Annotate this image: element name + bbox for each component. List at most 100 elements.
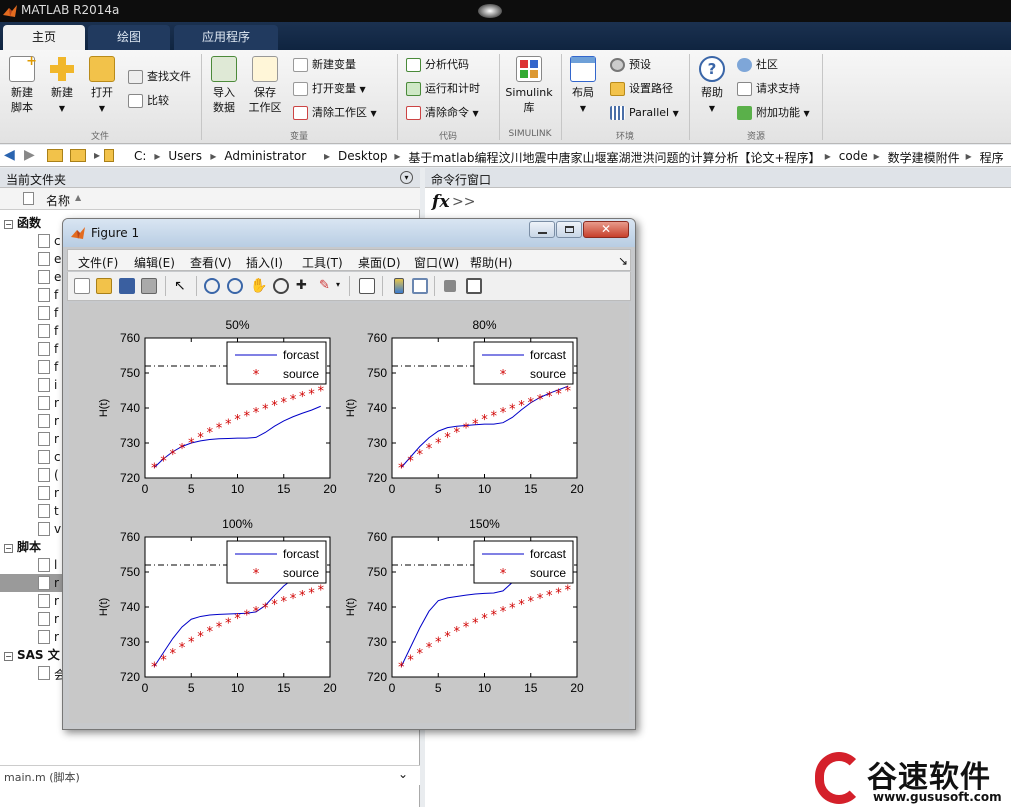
file-list-item[interactable]: f bbox=[0, 340, 64, 358]
file-list-item[interactable]: f bbox=[0, 286, 64, 304]
clear-workspace-button[interactable]: 清除工作区 ▼ bbox=[293, 104, 377, 122]
up-folder-icon[interactable] bbox=[47, 149, 63, 162]
new-variable-button[interactable]: 新建变量 bbox=[293, 56, 356, 74]
zoom-out-icon[interactable] bbox=[227, 278, 243, 294]
breadcrumb-item[interactable]: C: bbox=[134, 149, 146, 163]
tree-section-header[interactable]: − 脚本 bbox=[4, 538, 41, 555]
community-button[interactable]: 社区 bbox=[737, 56, 778, 74]
breadcrumb-separator-icon[interactable]: ▸ bbox=[874, 149, 880, 163]
file-list-item[interactable]: f bbox=[0, 304, 64, 322]
breadcrumb-separator-icon[interactable]: ▸ bbox=[210, 149, 216, 163]
rotate-3d-icon[interactable] bbox=[273, 278, 289, 294]
column-header-name[interactable]: 名称 bbox=[46, 192, 70, 209]
legend-icon[interactable] bbox=[412, 278, 428, 294]
file-list-item[interactable]: r bbox=[0, 412, 64, 430]
details-bar[interactable]: main.m (脚本) ⌄ bbox=[0, 765, 420, 785]
tab-apps[interactable]: 应用程序 bbox=[174, 25, 278, 50]
figure-menu-item[interactable]: 插入(I) bbox=[246, 254, 283, 271]
figure-title-bar[interactable]: Figure 1 ✕ bbox=[63, 219, 635, 247]
forward-arrow-icon[interactable]: ▶ bbox=[24, 147, 35, 163]
show-tools-icon[interactable] bbox=[466, 278, 482, 294]
tab-plots[interactable]: 绘图 bbox=[88, 25, 170, 50]
analyze-code-button[interactable]: 分析代码 bbox=[406, 56, 469, 74]
fx-icon[interactable]: fx bbox=[432, 192, 449, 212]
breadcrumb-separator-icon[interactable]: ▸ bbox=[825, 149, 831, 163]
figure-menu-item[interactable]: 文件(F) bbox=[78, 254, 118, 271]
figure-menu-item[interactable]: 工具(T) bbox=[302, 254, 343, 271]
minimize-button[interactable] bbox=[529, 221, 555, 238]
file-list-item[interactable]: r bbox=[0, 430, 64, 448]
file-list-item[interactable]: ( bbox=[0, 466, 64, 484]
hide-tools-icon[interactable] bbox=[444, 280, 456, 292]
panel-menu-icon[interactable]: ▾ bbox=[400, 171, 413, 184]
file-list-item[interactable]: v bbox=[0, 520, 64, 538]
breadcrumb-item[interactable]: 程序 bbox=[980, 149, 1004, 166]
print-icon[interactable] bbox=[141, 278, 157, 294]
compare-button[interactable]: 比较 bbox=[128, 92, 169, 110]
breadcrumb-separator-icon[interactable]: ▸ bbox=[324, 149, 330, 163]
file-list-item[interactable]: l bbox=[0, 556, 64, 574]
save-icon[interactable] bbox=[119, 278, 135, 294]
file-list-item[interactable]: e bbox=[0, 268, 64, 286]
find-files-button[interactable]: 查找文件 bbox=[128, 68, 191, 86]
link-plot-icon[interactable] bbox=[359, 278, 375, 294]
parallel-button[interactable]: Parallel ▼ bbox=[610, 104, 679, 122]
breadcrumb-separator-icon[interactable]: ▸ bbox=[394, 149, 400, 163]
back-arrow-icon[interactable]: ◀ bbox=[4, 147, 15, 163]
addons-button[interactable]: 附加功能 ▼ bbox=[737, 104, 810, 122]
collapse-icon[interactable]: − bbox=[4, 652, 13, 661]
file-list-item[interactable]: c bbox=[0, 232, 64, 250]
figure-menu-item[interactable]: 桌面(D) bbox=[358, 254, 401, 271]
figure-window[interactable]: Figure 1 ✕ 文件(F) 编辑(E) 查看(V) 插入(I) 工具(T) 桌面(D… bbox=[62, 218, 636, 730]
import-data-button[interactable]: 导入 数据 bbox=[206, 56, 242, 115]
breadcrumb-item[interactable]: 数学建模附件 bbox=[888, 149, 960, 166]
file-list-item[interactable]: f bbox=[0, 358, 64, 376]
breadcrumb-item[interactable]: Users bbox=[168, 149, 202, 163]
file-list-item[interactable]: r bbox=[0, 592, 64, 610]
file-list-item[interactable]: 会 bbox=[0, 664, 66, 682]
new-button[interactable]: 新建 ▼ bbox=[44, 56, 80, 116]
file-list-item[interactable]: r bbox=[0, 610, 64, 628]
file-list-item[interactable]: i bbox=[0, 376, 64, 394]
maximize-button[interactable] bbox=[556, 221, 582, 238]
save-workspace-button[interactable]: 保存 工作区 bbox=[246, 56, 284, 115]
file-list-item[interactable]: r bbox=[0, 394, 64, 412]
brush-dropdown-icon[interactable]: ▾ bbox=[336, 280, 340, 289]
command-prompt[interactable]: >> bbox=[452, 194, 475, 210]
layout-button[interactable]: 布局 ▼ bbox=[566, 56, 600, 116]
chevron-down-icon[interactable]: ⌄ bbox=[398, 767, 408, 781]
tree-section-header[interactable]: − SAS 文 bbox=[4, 646, 60, 663]
browse-folder-icon[interactable] bbox=[70, 149, 86, 162]
file-list-item[interactable]: f bbox=[0, 322, 64, 340]
clear-commands-button[interactable]: 清除命令 ▼ bbox=[406, 104, 479, 122]
new-figure-icon[interactable] bbox=[74, 278, 90, 294]
file-list-item[interactable]: r bbox=[0, 484, 64, 502]
open-variable-button[interactable]: 打开变量 ▼ bbox=[293, 80, 366, 98]
menu-dock-arrow-icon[interactable]: ↘ bbox=[618, 254, 628, 268]
colorbar-icon[interactable] bbox=[394, 278, 404, 294]
file-list-item[interactable]: t bbox=[0, 502, 64, 520]
file-list-item[interactable]: c bbox=[0, 448, 64, 466]
pointer-icon[interactable]: ↖ bbox=[174, 278, 190, 294]
pan-hand-icon[interactable]: ✋ bbox=[250, 278, 267, 294]
file-list-item[interactable]: r bbox=[0, 628, 64, 646]
breadcrumb-item[interactable]: 基于matlab编程汶川地震中唐家山堰塞湖泄洪问题的计算分析【论文+程序】 bbox=[408, 149, 820, 166]
zoom-in-icon[interactable] bbox=[204, 278, 220, 294]
tree-section-header[interactable]: − 函数 bbox=[4, 214, 41, 231]
data-cursor-icon[interactable]: ✚ bbox=[296, 278, 312, 294]
figure-menu-item[interactable]: 窗口(W) bbox=[414, 254, 459, 271]
new-script-button[interactable]: + 新建 脚本 bbox=[4, 54, 40, 115]
file-list-item[interactable]: e bbox=[0, 250, 64, 268]
breadcrumb-separator-icon[interactable]: ▸ bbox=[966, 149, 972, 163]
set-path-button[interactable]: 设置路径 bbox=[610, 80, 673, 98]
figure-menu-item[interactable]: 查看(V) bbox=[190, 254, 232, 271]
figure-menu-item[interactable]: 帮助(H) bbox=[470, 254, 512, 271]
request-support-button[interactable]: 请求支持 bbox=[737, 80, 800, 98]
tab-home[interactable]: 主页 bbox=[3, 25, 85, 50]
figure-menu-item[interactable]: 编辑(E) bbox=[134, 254, 175, 271]
preferences-button[interactable]: 预设 bbox=[610, 56, 651, 74]
breadcrumb-separator-icon[interactable]: ▸ bbox=[154, 149, 160, 163]
collapse-icon[interactable]: − bbox=[4, 220, 13, 229]
brush-icon[interactable]: ✎ bbox=[319, 278, 335, 294]
breadcrumb-item[interactable]: code bbox=[839, 149, 868, 163]
